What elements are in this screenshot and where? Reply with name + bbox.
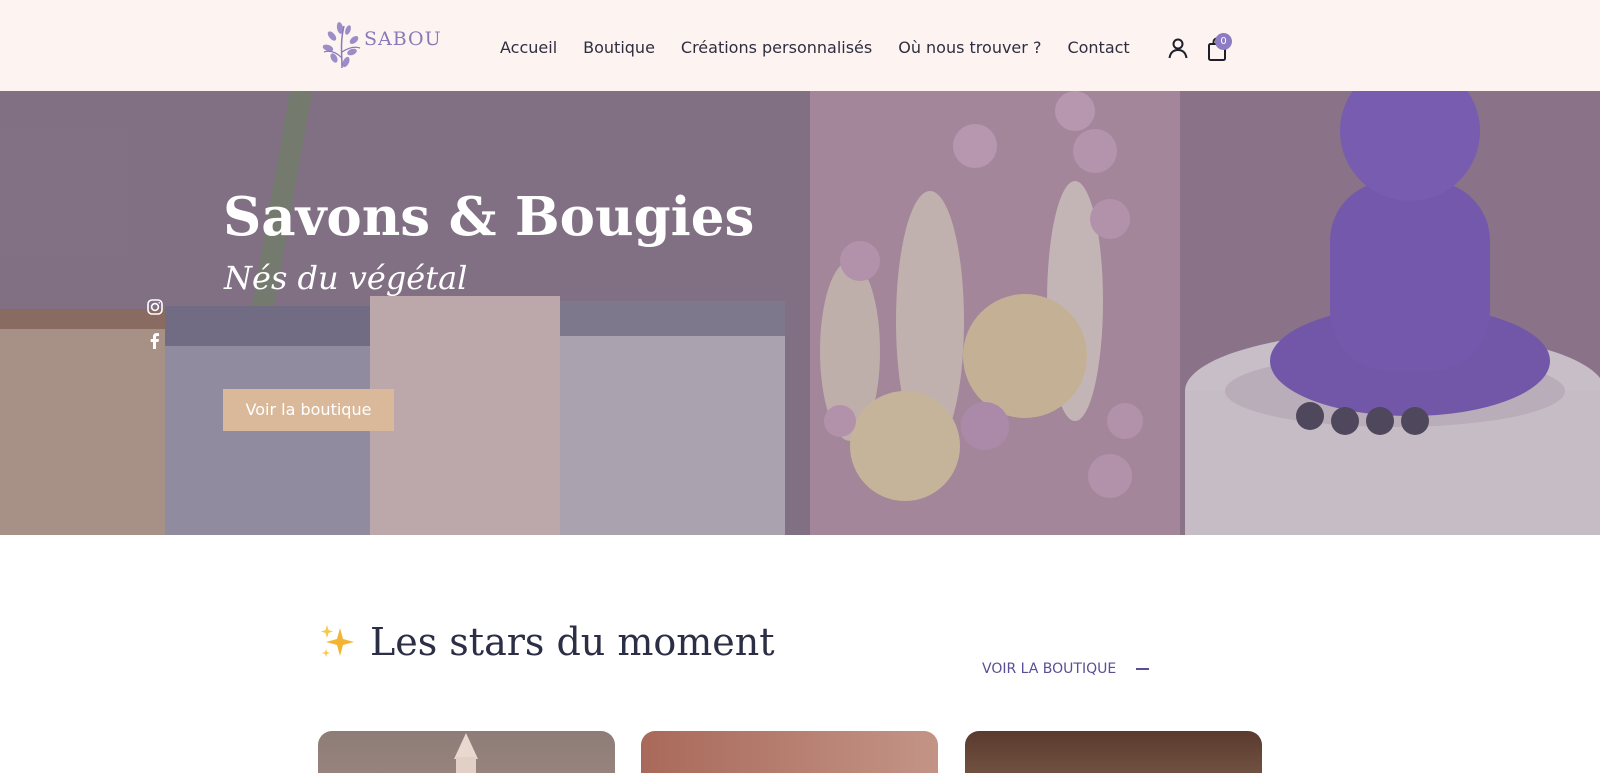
nav-item-creations[interactable]: Créations personnalisés xyxy=(681,38,872,57)
section-title-text: Les stars du moment xyxy=(370,620,775,664)
product-box-image xyxy=(965,731,1262,773)
nav-item-ou-nous-trouver[interactable]: Où nous trouver ? xyxy=(898,38,1041,57)
product-card[interactable] xyxy=(965,731,1262,773)
cart-count-badge: 0 xyxy=(1215,33,1232,50)
user-icon[interactable] xyxy=(1166,36,1190,60)
hero-banner: Savons & Bougies Nés du végétal Voir la … xyxy=(0,91,1600,535)
hero-overlay xyxy=(0,91,1600,535)
nav-item-accueil[interactable]: Accueil xyxy=(500,38,557,57)
product-card[interactable] xyxy=(641,731,938,773)
lavender-flower-icon xyxy=(322,22,361,69)
social-links xyxy=(146,298,164,366)
brand-logo[interactable]: SABOU xyxy=(318,18,441,72)
section-title: Les stars du moment xyxy=(318,620,775,664)
brand-name: SABOU xyxy=(364,28,442,50)
main-nav: Accueil Boutique Créations personnalisés… xyxy=(500,38,1130,57)
view-shop-link[interactable]: VOIR LA BOUTIQUE xyxy=(982,661,1150,677)
hero-title: Savons & Bougies xyxy=(223,186,755,248)
view-shop-link-label: VOIR LA BOUTIQUE xyxy=(982,661,1117,677)
facebook-icon[interactable] xyxy=(146,332,164,350)
nav-item-contact[interactable]: Contact xyxy=(1067,38,1129,57)
nav-item-boutique[interactable]: Boutique xyxy=(583,38,655,57)
dash-icon xyxy=(1136,668,1150,670)
hero-subtitle: Nés du végétal xyxy=(224,259,468,297)
product-candle-image xyxy=(454,733,478,773)
shop-cta-button[interactable]: Voir la boutique xyxy=(223,389,394,431)
product-card[interactable] xyxy=(318,731,615,773)
sparkles-icon xyxy=(321,625,354,657)
instagram-icon[interactable] xyxy=(146,298,164,316)
product-soap-image xyxy=(641,731,938,773)
site-header: SABOU Accueil Boutique Créations personn… xyxy=(0,0,1600,91)
